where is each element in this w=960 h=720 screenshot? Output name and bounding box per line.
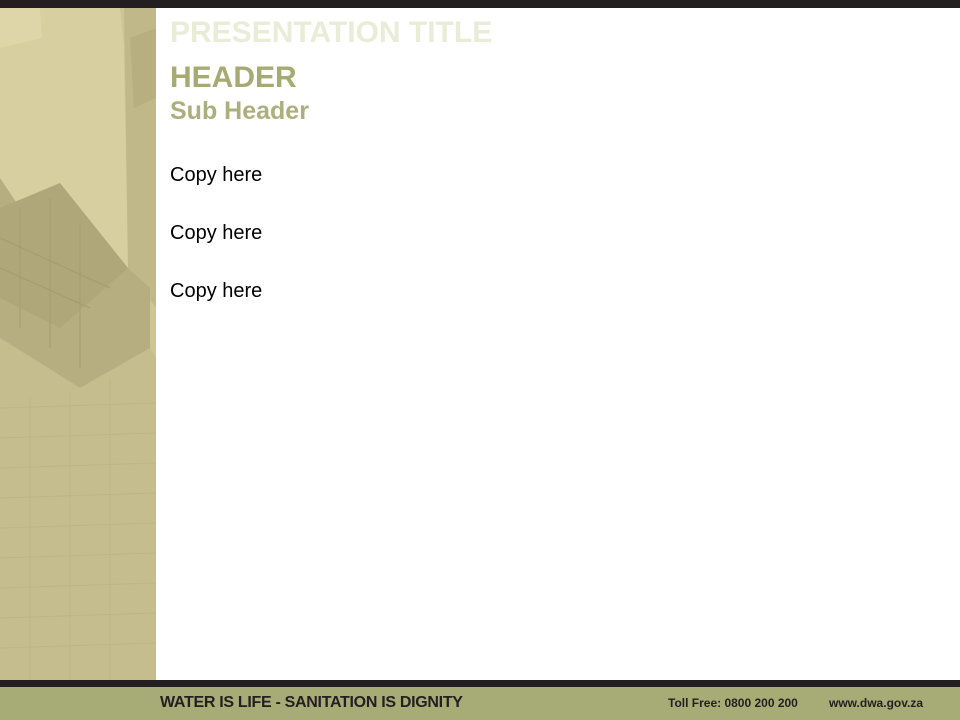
building-illustration xyxy=(0,8,156,680)
building-photo xyxy=(0,8,156,680)
footer-dark-bar xyxy=(0,680,960,687)
copy-item: Copy here xyxy=(170,222,263,244)
footer-band: WATER IS LIFE - SANITATION IS DIGNITY To… xyxy=(0,687,960,720)
title-area: PRESENTATION TITLE xyxy=(170,14,492,52)
copy-list: Copy here Copy here Copy here xyxy=(170,162,262,336)
presentation-title: PRESENTATION TITLE xyxy=(170,16,493,49)
footer-toll-free: Toll Free: 0800 200 200 xyxy=(668,696,798,710)
top-bar xyxy=(0,0,960,8)
copy-item: Copy here xyxy=(170,280,263,302)
footer-website: www.dwa.gov.za xyxy=(829,696,924,710)
copy-item: Copy here xyxy=(170,164,263,186)
slide-header: HEADER xyxy=(170,61,297,94)
footer-slogan: WATER IS LIFE - SANITATION IS DIGNITY xyxy=(160,694,463,711)
slide-sub-header: Sub Header xyxy=(170,97,309,125)
